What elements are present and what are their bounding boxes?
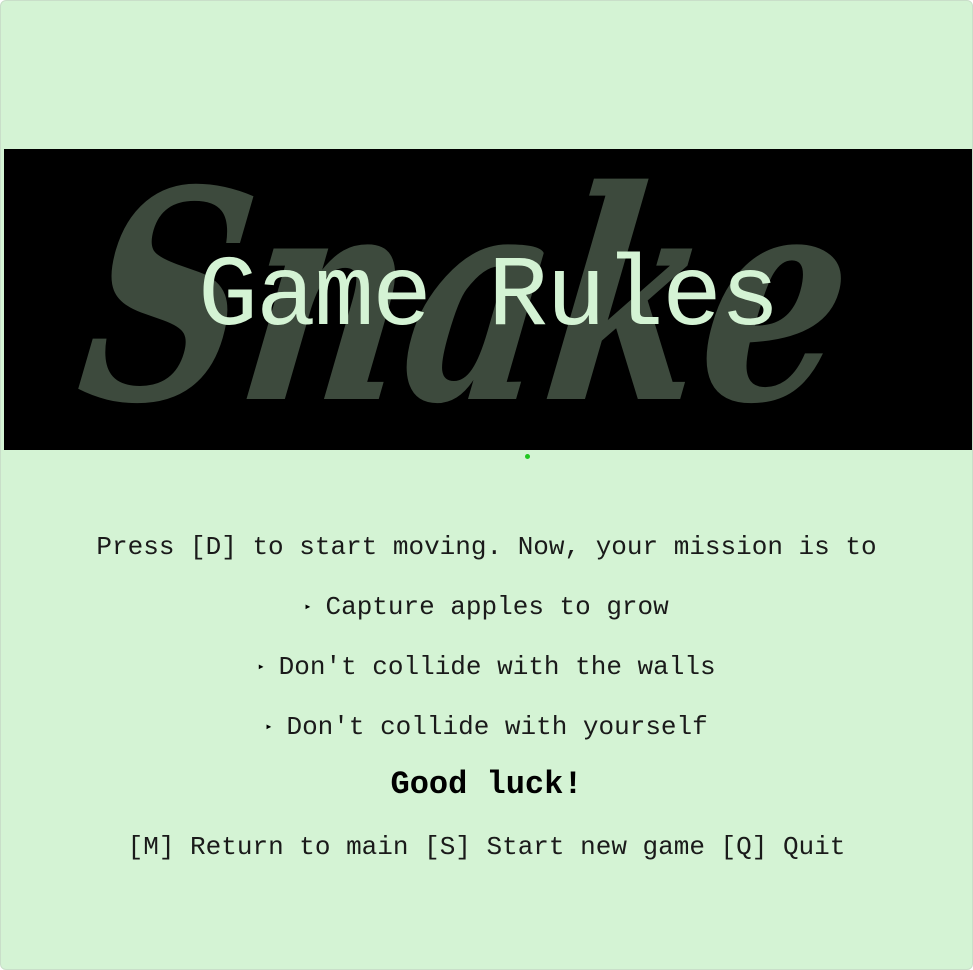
bullet-icon: ▸ <box>265 720 273 734</box>
controls-hint: [M] Return to main [S] Start new game [Q… <box>127 832 846 862</box>
rule-item: ▸ Don't collide with the walls <box>1 652 972 682</box>
bullet-icon: ▸ <box>257 660 265 674</box>
rule-item-text: Capture apples to grow <box>325 592 669 622</box>
closing-message: Good luck! <box>1 769 972 801</box>
rule-item-text: Don't collide with the walls <box>278 652 716 682</box>
bullet-icon: ▸ <box>304 600 312 614</box>
rule-item-text: Don't collide with yourself <box>286 712 708 742</box>
rules-intro: Press [D] to start moving. Now, your mis… <box>96 532 877 562</box>
indicator-dot <box>525 454 530 459</box>
rule-item: ▸ Don't collide with yourself <box>1 712 972 742</box>
page-title: Game Rules <box>197 242 780 355</box>
good-luck-text: Good luck! <box>390 766 583 803</box>
title-banner: Snake Game Rules <box>4 149 972 450</box>
game-window: Snake Game Rules Press [D] to start movi… <box>0 0 973 970</box>
rule-item: ▸ Capture apples to grow <box>1 592 972 622</box>
